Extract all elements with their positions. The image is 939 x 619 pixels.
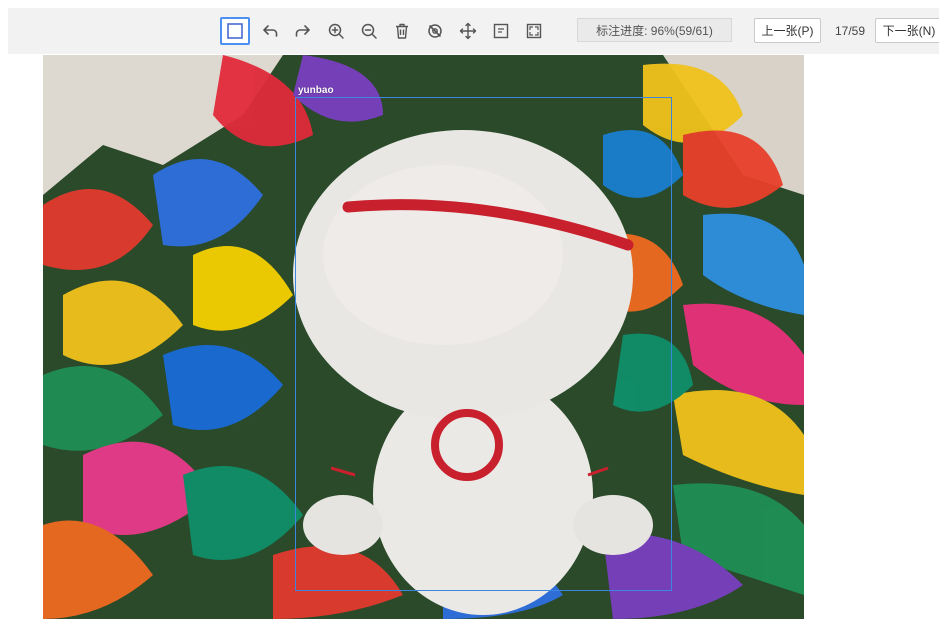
fullscreen-button[interactable] <box>517 17 550 45</box>
fullscreen-icon <box>526 23 541 39</box>
undo-button[interactable] <box>253 17 286 45</box>
next-image-button[interactable]: 下一张(N) <box>875 18 939 43</box>
zoom-in-button[interactable] <box>319 17 352 45</box>
left-margin <box>0 0 8 619</box>
trash-icon <box>395 23 408 39</box>
tool-group <box>220 17 550 45</box>
bbox-label: yunbao <box>298 85 334 96</box>
zoom-in-icon <box>328 23 344 39</box>
label-box-icon <box>493 23 508 39</box>
redo-arrow-icon <box>295 25 310 37</box>
rect-tool-button[interactable] <box>220 17 250 45</box>
bounding-box[interactable] <box>295 97 672 591</box>
hide-button[interactable] <box>418 17 451 45</box>
move-icon <box>459 22 476 40</box>
zoom-out-button[interactable] <box>352 17 385 45</box>
annotation-progress: 标注进度: 96%(59/61) <box>577 18 732 42</box>
prev-image-button[interactable]: 上一张(P) <box>754 18 821 43</box>
move-button[interactable] <box>451 17 484 45</box>
eye-off-icon <box>427 24 442 38</box>
redo-button[interactable] <box>286 17 319 45</box>
zoom-out-icon <box>361 23 377 39</box>
label-button[interactable] <box>484 17 517 45</box>
square-icon <box>227 23 243 39</box>
undo-arrow-icon <box>262 25 277 37</box>
toolbar: 标注进度: 96%(59/61) 上一张(P) 17/59 下一张(N) <box>8 8 939 54</box>
delete-button[interactable] <box>385 17 418 45</box>
page-counter: 17/59 <box>834 23 866 38</box>
